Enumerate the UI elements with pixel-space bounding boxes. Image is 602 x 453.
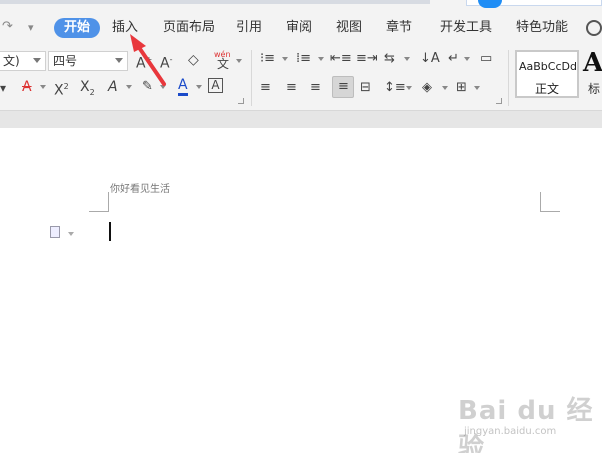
chevron-down-icon[interactable]	[474, 86, 480, 90]
chevron-down-icon[interactable]	[236, 59, 242, 63]
chevron-down-icon[interactable]	[282, 57, 288, 61]
font-name-select[interactable]: 文)	[0, 51, 46, 71]
chevron-down-icon	[115, 58, 123, 63]
paragraph-dialog-launcher-icon[interactable]	[496, 98, 502, 104]
paragraph-layout-icon[interactable]	[50, 226, 60, 238]
align-right-icon[interactable]: ≡	[310, 79, 321, 97]
tab-page-layout[interactable]: 页面布局	[163, 18, 215, 38]
highlight-icon[interactable]: ✎	[142, 78, 153, 96]
style-heading-label: 标	[588, 82, 601, 96]
document-tab-strip	[0, 0, 430, 4]
tab-home[interactable]: 开始	[54, 18, 101, 38]
decrease-font-size-icon[interactable]: A-	[160, 51, 172, 72]
ribbon-toolbar: 文) 四号 A+ A- ◇ wén 文 ▾ A X2 X2 A ✎ A A ⁝≡…	[0, 46, 602, 110]
watermark-url: jingyan.baidu.com	[464, 426, 557, 437]
search-icon[interactable]	[586, 20, 602, 36]
chevron-down-icon[interactable]	[160, 85, 166, 89]
page-header-text[interactable]: 你好看见生活	[110, 180, 170, 195]
clear-formatting-icon[interactable]: ◇	[188, 51, 199, 69]
decrease-indent-icon[interactable]: ⇤≡	[330, 50, 352, 68]
chevron-down-icon[interactable]	[196, 85, 202, 89]
subscript-icon[interactable]: X2	[80, 78, 95, 97]
chevron-down-icon[interactable]	[406, 86, 412, 90]
sort-icon[interactable]: ↓A	[420, 50, 440, 68]
font-name-value: 文)	[3, 54, 20, 68]
style-normal[interactable]: AaBbCcDd 正文	[515, 50, 579, 98]
align-justify-button[interactable]: ≡	[332, 76, 354, 98]
shading-icon[interactable]: ◈	[422, 79, 432, 97]
title-strip	[0, 0, 602, 8]
align-left-icon[interactable]: ≡	[260, 79, 271, 97]
increase-indent-icon[interactable]: ≡⇥	[356, 50, 378, 68]
style-sample: AaBbCcDd	[519, 60, 577, 73]
chevron-down-icon[interactable]	[318, 57, 324, 61]
tab-review[interactable]: 审阅	[286, 18, 312, 38]
tab-special-features[interactable]: 特色功能	[516, 18, 568, 38]
text-cursor	[109, 222, 111, 241]
distributed-align-icon[interactable]: ⊟	[360, 79, 371, 97]
line-spacing-icon[interactable]: ↕≡	[384, 79, 406, 97]
margin-mark-right	[540, 192, 560, 212]
superscript-icon[interactable]: X2	[54, 78, 69, 99]
margin-mark-left	[89, 192, 109, 212]
menu-bar: ↷ ▾ 开始 插入 页面布局 引用 审阅 视图 章节 开发工具 特色功能	[0, 8, 602, 46]
align-justify-icon: ≡	[338, 79, 349, 94]
bullet-list-icon[interactable]: ⁝≡	[260, 50, 275, 68]
tab-chapter[interactable]: 章节	[386, 18, 412, 38]
chevron-down-icon[interactable]	[464, 57, 470, 61]
text-direction-icon[interactable]: ⇆	[384, 50, 395, 68]
phonetic-guide-icon[interactable]: 文	[217, 55, 229, 73]
style-label: 正文	[534, 82, 559, 96]
tab-developer[interactable]: 开发工具	[440, 18, 492, 38]
show-marks-icon[interactable]: ▭	[480, 50, 492, 68]
chevron-down-icon[interactable]	[68, 232, 74, 236]
chevron-down-icon[interactable]	[126, 85, 132, 89]
tab-insert[interactable]: 插入	[112, 18, 138, 38]
font-size-select[interactable]: 四号	[48, 51, 128, 71]
watermark: Bai du 经验 jingyan.baidu.com	[440, 390, 600, 453]
ribbon-bottom-band	[0, 110, 602, 128]
chevron-down-icon[interactable]	[404, 57, 410, 61]
text-effect-icon[interactable]: A	[108, 78, 118, 96]
increase-font-size-icon[interactable]: A+	[136, 51, 152, 72]
style-heading-sample[interactable]: Aa	[583, 48, 602, 78]
align-center-icon[interactable]: ≡	[286, 79, 297, 97]
ribbon-divider	[508, 50, 509, 106]
tab-references[interactable]: 引用	[236, 18, 262, 38]
line-break-icon[interactable]: ↵	[448, 50, 459, 68]
chevron-down-icon[interactable]	[40, 85, 46, 89]
numbered-list-icon[interactable]: ⁞≡	[296, 50, 311, 68]
font-dialog-launcher-icon[interactable]	[238, 98, 244, 104]
account-avatar[interactable]	[478, 0, 502, 8]
font-color-icon[interactable]: A	[178, 76, 188, 96]
tab-view[interactable]: 视图	[336, 18, 362, 38]
chevron-down-icon	[33, 58, 41, 63]
strikethrough-icon[interactable]: ▾	[0, 79, 6, 97]
font-size-value: 四号	[53, 54, 78, 68]
borders-icon[interactable]: ⊞	[456, 79, 467, 97]
redo-icon[interactable]: ↷	[2, 19, 13, 34]
watermark-logo: Bai du 经验	[458, 396, 594, 453]
chevron-down-icon[interactable]	[442, 86, 448, 90]
quick-access-dropdown-icon[interactable]: ▾	[28, 21, 34, 34]
strikethrough-color-icon[interactable]: A	[22, 78, 32, 96]
ribbon-divider	[251, 50, 252, 106]
character-border-icon[interactable]: A	[208, 78, 223, 93]
